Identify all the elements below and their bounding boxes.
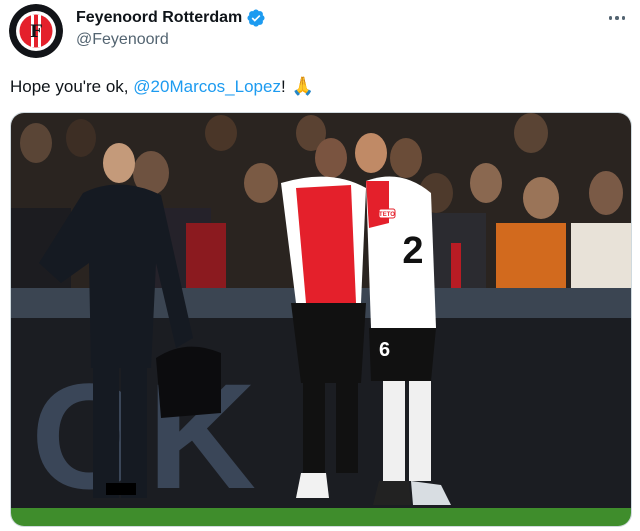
folded-hands-emoji: 🙏: [291, 76, 315, 96]
tweet-text: Hope you're ok, @20Marcos_Lopez! 🙏: [10, 76, 314, 97]
more-dot-icon: [621, 16, 626, 20]
shorts-number: 6: [379, 339, 390, 361]
club-crest-icon: F: [9, 4, 63, 58]
more-dot-icon: [615, 16, 619, 20]
mention-link[interactable]: @20Marcos_Lopez: [133, 77, 281, 97]
author-display-name[interactable]: Feyenoord Rotterdam: [76, 9, 242, 27]
pitch: [11, 508, 631, 526]
author-avatar[interactable]: F: [9, 4, 63, 58]
tweet-card: F Feyenoord Rotterdam @Feyenoord Hope yo…: [0, 0, 640, 531]
tweet-photo[interactable]: OK: [10, 112, 632, 527]
shirt-number-back: 2: [402, 230, 423, 272]
author-handle[interactable]: @Feyenoord: [76, 31, 266, 51]
match-photo: OK: [11, 113, 631, 526]
more-options-button[interactable]: [604, 8, 630, 28]
more-dot-icon: [608, 16, 613, 20]
shirt-sponsor: TETO: [379, 212, 395, 218]
author-info: Feyenoord Rotterdam @Feyenoord: [76, 8, 266, 51]
verified-badge-icon: [247, 9, 265, 27]
tweet-text-start: Hope you're ok,: [10, 76, 129, 96]
tweet-text-end: !: [280, 76, 286, 96]
crest-letter: F: [30, 22, 42, 42]
